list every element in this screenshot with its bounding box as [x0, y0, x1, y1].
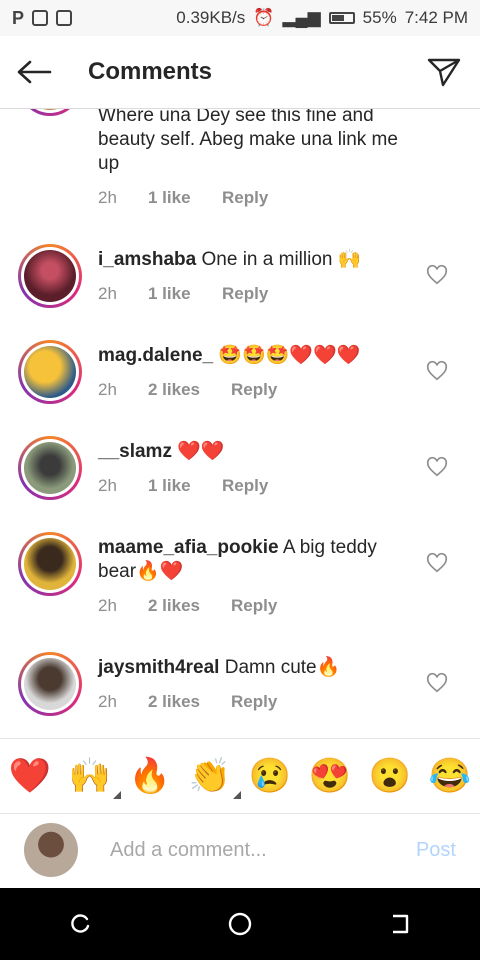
emoji-joy[interactable]: 😂	[429, 759, 471, 793]
clock: 7:42 PM	[404, 8, 468, 27]
emoji-clap-glyph: 👏	[188, 757, 232, 795]
emoji-raised-hands[interactable]: 🙌	[68, 757, 122, 799]
comments-header: Comments	[0, 36, 480, 109]
comment-meta: 2h 2 likes Reply	[98, 596, 277, 616]
comment-text: 🤩🤩🤩❤️❤️❤️	[218, 345, 361, 366]
emoji-bar: ❤️ 🙌 🔥 👏 😢 😍 😮 😂	[0, 738, 480, 814]
likes-button[interactable]: 2 likes	[148, 692, 231, 712]
avatar[interactable]	[18, 532, 82, 596]
comments-list[interactable]: Where una Dey see this fine and beauty s…	[0, 108, 480, 738]
emoji-fire[interactable]: 🔥	[129, 759, 171, 793]
system-nav-bar	[0, 888, 480, 960]
likes-button[interactable]: 1 like	[148, 188, 222, 208]
comment-username[interactable]: mag.dalene_	[98, 345, 213, 366]
comment-composer: Post	[0, 812, 480, 888]
recents-button[interactable]	[60, 904, 100, 944]
skin-tone-indicator	[113, 791, 122, 799]
avatar[interactable]	[18, 436, 82, 500]
avatar[interactable]	[18, 652, 82, 716]
network-speed: 0.39KB/s	[176, 8, 246, 27]
reply-button[interactable]: Reply	[222, 188, 268, 208]
signal-icon: ▂▄▆	[282, 8, 321, 27]
download-icon	[56, 10, 73, 26]
comment-text: ❤️❤️	[177, 441, 225, 462]
heart-icon[interactable]	[426, 552, 448, 574]
back-button[interactable]	[14, 52, 54, 92]
comment-username[interactable]: i_amshaba	[98, 249, 196, 270]
likes-button[interactable]: 1 like	[148, 284, 222, 304]
skin-tone-indicator	[233, 791, 242, 799]
back-arrow-icon	[17, 60, 52, 84]
home-icon	[228, 912, 252, 936]
post-button[interactable]: Post	[416, 839, 456, 862]
current-user-avatar	[24, 823, 78, 877]
comment-time: 2h	[98, 284, 117, 303]
heart-icon[interactable]	[426, 672, 448, 694]
likes-button[interactable]: 2 likes	[148, 380, 231, 400]
likes-button[interactable]: 2 likes	[148, 596, 231, 616]
comment-input[interactable]	[108, 837, 392, 863]
avatar[interactable]	[18, 340, 82, 404]
emoji-clap[interactable]: 👏	[188, 757, 242, 799]
alarm-icon: ⏰	[253, 8, 275, 27]
page-title: Comments	[88, 58, 213, 85]
comment-text: Where una Dey see this fine and beauty s…	[98, 108, 398, 174]
back-nav-icon	[393, 914, 409, 934]
comment-meta: 2h 2 likes Reply	[98, 380, 277, 400]
comment-username[interactable]: __slamz	[98, 441, 172, 462]
comment-time: 2h	[98, 596, 117, 615]
heart-icon[interactable]	[426, 456, 448, 478]
comment-username[interactable]: jaysmith4real	[98, 657, 219, 678]
comment-username[interactable]: maame_afia_pookie	[98, 537, 279, 558]
avatar[interactable]	[18, 244, 82, 308]
reply-button[interactable]: Reply	[231, 596, 277, 616]
comment-time: 2h	[98, 692, 117, 711]
reply-button[interactable]: Reply	[231, 692, 277, 712]
emoji-crying[interactable]: 😢	[249, 759, 291, 793]
likes-button[interactable]: 1 like	[148, 476, 222, 496]
reply-button[interactable]: Reply	[231, 380, 277, 400]
emoji-heart[interactable]: ❤️	[9, 759, 51, 793]
comment-meta: 2h 1 like Reply	[98, 284, 268, 304]
app-p-icon: P	[12, 7, 25, 28]
heart-icon[interactable]	[426, 360, 448, 382]
emoji-raised-hands-glyph: 🙌	[68, 757, 112, 795]
comment-time: 2h	[98, 188, 117, 207]
share-button[interactable]	[424, 52, 464, 92]
emoji-surprised[interactable]: 😮	[369, 759, 411, 793]
comment-meta: 2h 1 like Reply	[98, 188, 268, 208]
battery-percent: 55%	[362, 8, 397, 27]
battery-icon	[328, 12, 355, 24]
comment-meta: 2h 1 like Reply	[98, 476, 268, 496]
comment-text: Damn cute🔥	[224, 657, 341, 678]
comment-time: 2h	[98, 476, 117, 495]
comment-meta: 2h 2 likes Reply	[98, 692, 277, 712]
status-bar: P 0.39KB/s ⏰ ▂▄▆ 55% 7:42 PM	[0, 0, 480, 36]
recents-icon	[71, 914, 90, 933]
comment-text: One in a million 🙌	[201, 249, 362, 270]
reply-button[interactable]: Reply	[222, 476, 268, 496]
heart-icon[interactable]	[426, 264, 448, 286]
image-icon	[32, 10, 49, 26]
back-nav-button[interactable]	[380, 904, 420, 944]
reply-button[interactable]: Reply	[222, 284, 268, 304]
comment-time: 2h	[98, 380, 117, 399]
avatar[interactable]	[18, 108, 82, 116]
send-icon	[427, 58, 461, 87]
home-button[interactable]	[220, 904, 260, 944]
emoji-heart-eyes[interactable]: 😍	[309, 759, 351, 793]
